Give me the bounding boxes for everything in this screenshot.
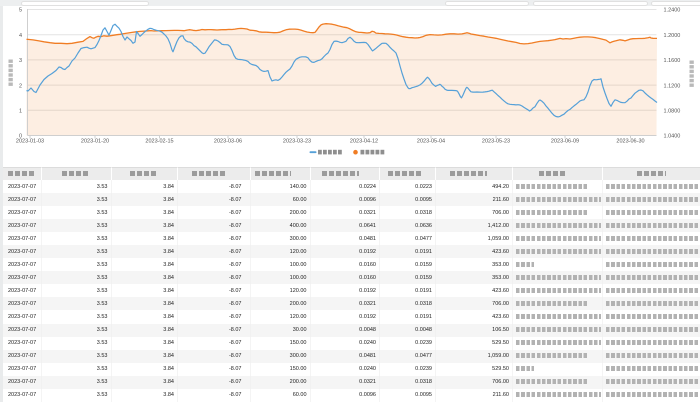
svg-text:1.1200: 1.1200 — [664, 83, 681, 89]
svg-text:2023-05-04: 2023-05-04 — [417, 139, 445, 145]
svg-text:2023-01-20: 2023-01-20 — [81, 139, 109, 145]
svg-text:1.1600: 1.1600 — [664, 58, 681, 64]
svg-text:1.0800: 1.0800 — [664, 109, 681, 115]
svg-text:2023-03-06: 2023-03-06 — [214, 139, 242, 145]
svg-text:2023-02-15: 2023-02-15 — [145, 139, 173, 145]
svg-text:2023-05-23: 2023-05-23 — [482, 139, 510, 145]
svg-text:1.2000: 1.2000 — [664, 33, 681, 39]
svg-text:2023-01-03: 2023-01-03 — [16, 139, 44, 145]
svg-text:4: 4 — [19, 33, 22, 39]
svg-text:5: 5 — [19, 8, 22, 14]
svg-text:1: 1 — [19, 109, 22, 115]
svg-text:2023-06-30: 2023-06-30 — [616, 139, 644, 145]
svg-text:3: 3 — [19, 58, 22, 64]
svg-text:1.0400: 1.0400 — [664, 134, 681, 140]
svg-text:2: 2 — [19, 83, 22, 89]
svg-text:1.2400: 1.2400 — [664, 8, 681, 14]
svg-text:2023-04-12: 2023-04-12 — [350, 139, 378, 145]
svg-text:2023-03-23: 2023-03-23 — [283, 139, 311, 145]
svg-text:2023-06-09: 2023-06-09 — [551, 139, 579, 145]
